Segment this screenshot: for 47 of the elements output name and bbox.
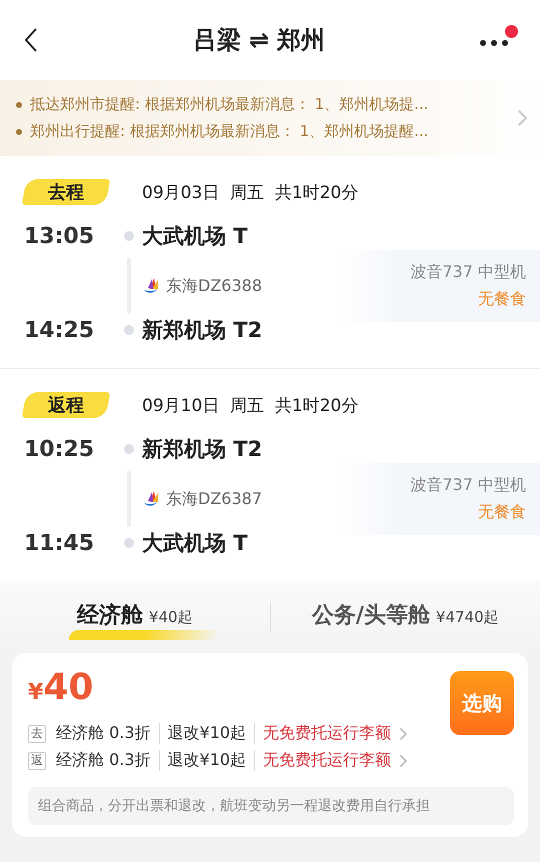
meal-info: 无餐食 [478,289,526,310]
bullet-icon [16,102,22,108]
back-icon[interactable] [24,27,38,53]
cabin-discount: 经济舱 0.3折 [56,723,152,744]
departure-airport: 大武机场 T [142,223,249,250]
cabin-tab[interactable]: 公务/头等舱 ¥4740起 [270,590,540,644]
flight-date: 09月10日 周五 共1时20分 [142,394,358,416]
departure-time: 10:25 [24,436,96,462]
bullet-icon [16,128,22,134]
aircraft-type: 波音737 中型机 [410,262,526,283]
chevron-right-icon[interactable] [399,754,408,768]
cabin-discount: 经济舱 0.3折 [56,750,152,771]
trip-tag: 去程 [22,179,110,205]
aircraft-type: 波音737 中型机 [410,475,526,496]
notice-text: 郑州出行提醒: 根据郑州机场最新消息： 1、郑州机场提醒... [30,122,428,141]
chevron-right-icon[interactable] [517,109,528,127]
timeline-dot [124,444,134,454]
leg-badge: 去 [28,724,46,742]
flight-number: 东海DZ6388 [166,276,262,296]
arrival-airport: 大武机场 T [142,530,249,557]
refund-fee: 退改¥10起 [158,750,254,771]
timeline-dot [124,231,134,241]
arrival-time: 14:25 [24,318,96,342]
departure-airport: 新郑机场 T2 [142,436,264,463]
destination-city: 郑州 [277,25,326,56]
buy-button[interactable]: 选购 [450,671,514,735]
chevron-right-icon[interactable] [399,726,408,740]
note-text: 组合商品，分开出票和退改，航班变动另一程退改费用自行承担 [28,787,514,825]
timeline-dot [124,538,134,548]
flight-number: 东海DZ6387 [166,488,262,510]
swap-icon: ⇌ [248,26,270,54]
meal-info: 无餐食 [478,502,526,523]
departure-time: 13:05 [24,224,96,248]
notice-text: 抵达郑州市提醒: 根据郑州机场最新消息： 1、郑州机场提... [30,95,428,114]
origin-city: 吕梁 [192,25,241,56]
arrival-time: 11:45 [24,530,96,556]
leg-badge: 返 [28,752,46,770]
refund-fee: 退改¥10起 [158,723,254,744]
baggage-link[interactable]: 无免费托运行李额 [254,723,400,744]
arrival-airport: 新郑机场 T2 [142,317,264,344]
flight-date: 09月03日 周五 共1时20分 [142,182,358,204]
timeline-dot [124,325,134,335]
trip-tag: 返程 [22,392,110,418]
cabin-tab[interactable]: 经济舱 ¥40起 [0,590,270,644]
more-icon[interactable] [480,40,508,46]
price: ¥40 [28,667,94,708]
baggage-link[interactable]: 无免费托运行李额 [254,750,400,771]
